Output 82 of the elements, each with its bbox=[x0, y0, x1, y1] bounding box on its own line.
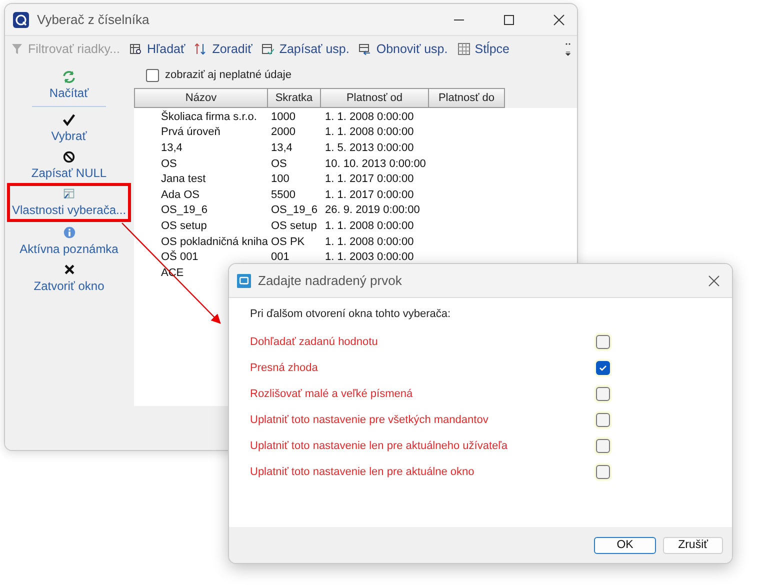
table-cell: 1. 5. 2013 0:00:00 bbox=[325, 142, 414, 154]
sidebar-item[interactable]: Načítať bbox=[7, 66, 131, 103]
table-cell: Školiaca firma s.r.o. bbox=[161, 110, 257, 123]
table-cell: 1. 1. 2008 0:00:00 bbox=[325, 126, 414, 138]
table-cell: OS setup bbox=[271, 220, 317, 232]
checkbox[interactable] bbox=[146, 68, 159, 82]
table-cell: 100 bbox=[271, 173, 290, 186]
checkbox[interactable] bbox=[596, 465, 610, 479]
table-cell: 1. 1. 2017 0:00:00 bbox=[325, 188, 414, 201]
sidebar-item[interactable]: Zapísať NULL bbox=[7, 146, 131, 183]
dialog-intro-text: Pri ďalšom otvorení okna tohto vyberača: bbox=[250, 308, 452, 320]
table-cell: 1. 1. 2008 0:00:00 bbox=[325, 110, 414, 123]
table-cell: OS_19_6 bbox=[161, 204, 208, 216]
table-cell: 2000 bbox=[271, 126, 296, 138]
checkmark-icon bbox=[598, 363, 608, 373]
table-cell: Prvá úroveň bbox=[161, 126, 220, 138]
table-cell: 001 bbox=[271, 251, 290, 264]
option-label: Uplatniť toto nastavenie pre všetkých mandantov bbox=[250, 414, 490, 426]
close-icon[interactable] bbox=[553, 14, 565, 26]
option-label: Presná zhoda bbox=[250, 362, 319, 374]
column-header[interactable]: Názov bbox=[134, 88, 268, 108]
toolbar-button[interactable]: Obnoviť usp. bbox=[359, 42, 448, 56]
checkbox-label: zobraziť aj neplatné údaje bbox=[165, 69, 292, 81]
dialog-button[interactable]: Zrušiť bbox=[663, 536, 723, 554]
table-search-icon bbox=[130, 43, 142, 55]
toolbar-button[interactable]: Zapísať usp. bbox=[262, 42, 350, 56]
table-cell: OS bbox=[161, 158, 177, 170]
x-icon bbox=[64, 264, 74, 275]
option-label: Uplatniť toto nastavenie len pre aktuálne okno bbox=[250, 466, 476, 478]
prohibited-icon bbox=[63, 150, 75, 162]
table-check-icon bbox=[262, 43, 274, 55]
sidebar-item[interactable]: Aktívna poznámka bbox=[7, 222, 131, 259]
toolbar-button[interactable]: Zoradiť bbox=[195, 42, 252, 56]
refresh-icon bbox=[62, 70, 76, 84]
table-cell: 10. 10. 2013 0:00:00 bbox=[325, 158, 426, 170]
table-cell: OS setup bbox=[161, 220, 207, 232]
window-title: Vyberač z číselníka bbox=[37, 12, 150, 27]
table-cell: 1. 1. 2008 0:00:00 bbox=[325, 236, 414, 248]
sort-icon bbox=[195, 43, 208, 55]
column-header[interactable]: Platnosť od bbox=[320, 88, 429, 108]
option-label: Rozlišovať malé a veľké písmená bbox=[250, 388, 414, 400]
table-cell: 5500 bbox=[271, 188, 296, 201]
sidebar-item[interactable]: Vlastnosti vyberača... bbox=[7, 183, 131, 222]
table-cell: OŠ 001 bbox=[161, 251, 198, 264]
table-cell: 1. 1. 2017 0:00:00 bbox=[325, 173, 414, 186]
table-cell: 26. 9. 2019 0:00:00 bbox=[325, 204, 420, 216]
checkbox[interactable] bbox=[596, 361, 610, 375]
toolbar-button[interactable]: Hľadať bbox=[130, 42, 186, 56]
table-cell: OS PK bbox=[271, 236, 305, 248]
grid-icon bbox=[458, 43, 470, 55]
overflow-icon[interactable] bbox=[565, 41, 571, 57]
sidebar-item[interactable]: Vybrať bbox=[7, 109, 131, 146]
checkbox[interactable] bbox=[596, 335, 610, 349]
column-header[interactable]: Platnosť do bbox=[428, 88, 505, 108]
checkbox[interactable] bbox=[596, 387, 610, 401]
app-logo-icon bbox=[13, 12, 29, 28]
table-cell: Ada OS bbox=[161, 188, 200, 201]
option-label: Dohľadať zadanú hodnotu bbox=[250, 336, 379, 348]
sidebar-item[interactable]: Zatvoriť okno bbox=[7, 259, 131, 296]
column-header[interactable]: Skratka bbox=[267, 88, 321, 108]
checkbox[interactable] bbox=[596, 413, 610, 427]
dialog-button[interactable]: OK bbox=[594, 536, 656, 554]
table-cell: OS_19_6 bbox=[271, 204, 318, 216]
checkbox[interactable] bbox=[596, 439, 610, 453]
table-cell: 1. 1. 2008 0:00:00 bbox=[325, 220, 414, 232]
table-cell: Jana test bbox=[161, 173, 206, 186]
checkmark-icon bbox=[63, 114, 75, 126]
filter-icon bbox=[11, 43, 23, 55]
dialog-title: Zadajte nadradený prvok bbox=[258, 273, 402, 288]
maximize-icon[interactable] bbox=[503, 14, 515, 26]
dialog-icon bbox=[237, 274, 251, 288]
table-cell: 13,4 bbox=[161, 142, 182, 154]
info-icon bbox=[62, 226, 76, 239]
table-cell: 13,4 bbox=[271, 142, 292, 154]
table-cell: OS bbox=[271, 158, 287, 170]
table-cell: 1000 bbox=[271, 110, 296, 123]
option-label: Uplatniť toto nastavenie len pre aktuálneho užívateľa bbox=[250, 440, 508, 452]
table-icon bbox=[63, 188, 75, 200]
table-cell: OS pokladničná kniha bbox=[161, 236, 268, 248]
close-icon[interactable] bbox=[708, 274, 720, 286]
table-cell: 1. 1. 2003 0:00:00 bbox=[325, 251, 414, 264]
toolbar-button[interactable]: Stĺpce bbox=[458, 42, 510, 56]
